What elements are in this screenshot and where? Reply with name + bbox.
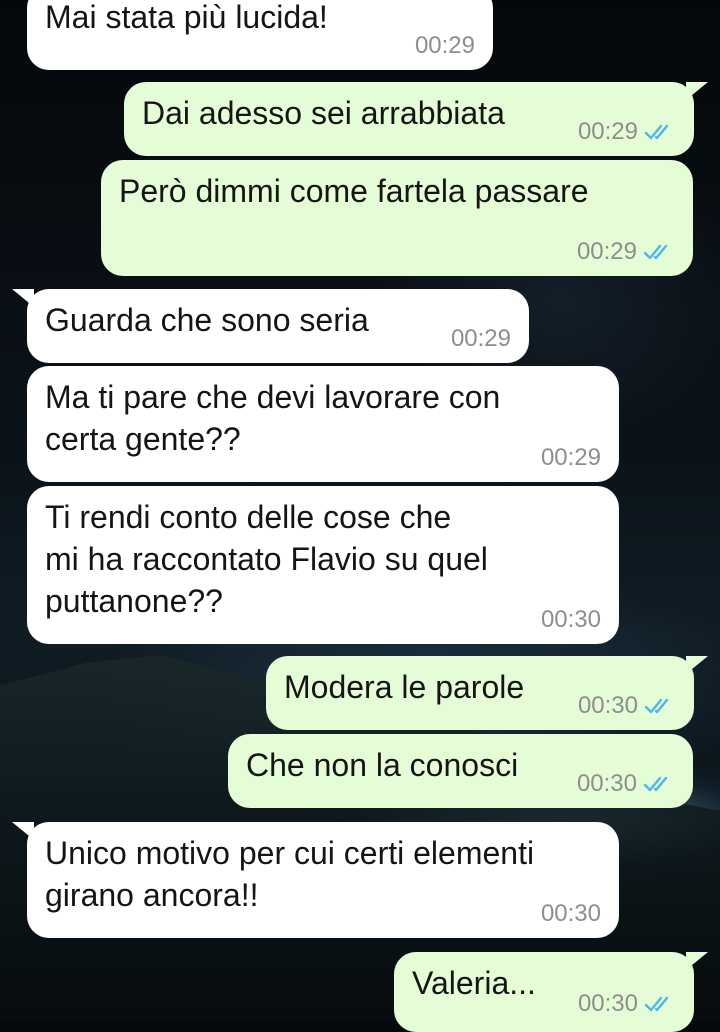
message-meta: 00:29 <box>541 444 601 472</box>
message-text: Mai stata più lucida! <box>45 0 328 35</box>
message-text: Unico motivo per cui certi elementi gira… <box>45 835 535 913</box>
message-time: 00:30 <box>577 990 638 1017</box>
message-bubble-incoming[interactable]: Guarda che sono seria 00:29 <box>27 289 529 363</box>
message-meta: 00:30 <box>577 770 675 798</box>
message-time: 00:29 <box>414 32 475 59</box>
message-text: Però dimmi come fartela passare <box>119 173 589 209</box>
message-time: 00:29 <box>577 118 638 145</box>
message-time: 00:30 <box>576 770 637 797</box>
double-check-read-icon <box>644 124 669 140</box>
message-bubble-incoming[interactable]: Ma ti pare che devi lavorare con certa g… <box>27 366 619 482</box>
message-meta: 00:29 <box>577 238 675 266</box>
message-time: 00:29 <box>576 238 637 265</box>
message-time: 00:29 <box>540 444 601 471</box>
message-bubble-outgoing[interactable]: Però dimmi come fartela passare 00:29 <box>101 160 693 276</box>
message-bubble-incoming[interactable]: Ti rendi conto delle cose che mi ha racc… <box>27 486 619 644</box>
message-bubble-outgoing[interactable]: Valeria... 00:30 <box>394 952 694 1032</box>
message-meta: 00:30 <box>578 990 676 1018</box>
message-bubble-outgoing[interactable]: Modera le parole 00:30 <box>266 656 694 730</box>
message-time: 00:29 <box>450 325 511 352</box>
message-text: Che non la conosci <box>246 747 519 783</box>
message-bubble-incoming[interactable]: Mai stata più lucida! 00:29 <box>27 0 493 70</box>
message-meta: 00:30 <box>541 900 601 928</box>
message-meta: 00:29 <box>451 325 511 353</box>
message-time: 00:30 <box>540 606 601 633</box>
message-meta: 00:29 <box>578 118 676 146</box>
double-check-read-icon <box>644 996 669 1012</box>
message-time: 00:30 <box>577 692 638 719</box>
double-check-read-icon <box>643 776 668 792</box>
message-meta: 00:29 <box>415 32 475 60</box>
message-bubble-outgoing[interactable]: Che non la conosci 00:30 <box>228 734 693 808</box>
double-check-read-icon <box>644 698 669 714</box>
message-bubble-incoming[interactable]: Unico motivo per cui certi elementi gira… <box>27 822 619 938</box>
message-text: Dai adesso sei arrabbiata <box>142 95 505 131</box>
message-text: Ma ti pare che devi lavorare con certa g… <box>45 379 501 457</box>
double-check-read-icon <box>643 244 668 260</box>
message-bubble-outgoing[interactable]: Dai adesso sei arrabbiata 00:29 <box>124 82 694 156</box>
message-text: Valeria... <box>412 965 536 1001</box>
message-text: Modera le parole <box>284 669 525 705</box>
message-meta: 00:30 <box>578 692 676 720</box>
message-meta: 00:30 <box>541 606 601 634</box>
message-time: 00:30 <box>540 900 601 927</box>
message-text: Ti rendi conto delle cose che mi ha racc… <box>45 499 488 619</box>
message-text: Guarda che sono seria <box>45 302 369 338</box>
